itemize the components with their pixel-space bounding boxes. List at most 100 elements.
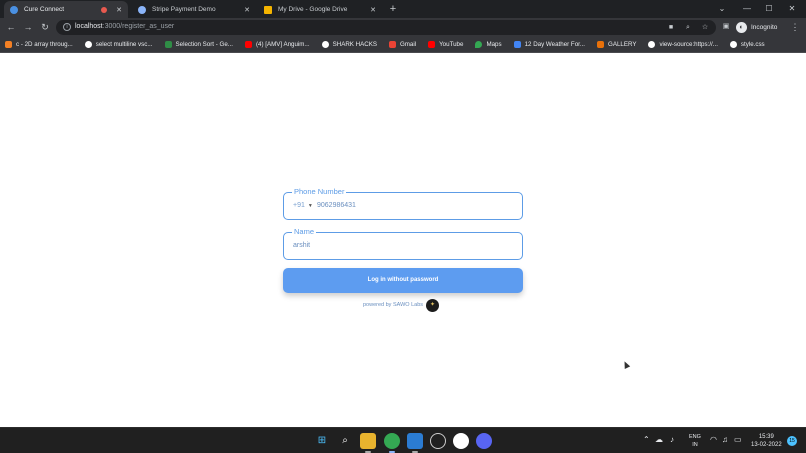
file-explorer-icon[interactable] — [360, 433, 376, 449]
profile-label: Incognito — [751, 23, 778, 31]
windows-taskbar: ⊞ ⌕ ⌃ ☁ ♪ ENG IN ◠ ♫ ▭ 15:39 13-02-2022 … — [0, 427, 806, 453]
close-window-icon[interactable]: ✕ — [785, 2, 799, 16]
phone-number-label: Phone Number — [292, 187, 347, 196]
language-code: ENG — [689, 434, 701, 440]
tab-title: Cure Connect — [24, 6, 65, 13]
forward-arrow-icon[interactable]: → — [21, 20, 35, 34]
system-clock[interactable]: 15:39 13-02-2022 — [751, 433, 782, 449]
settings-gear-icon[interactable] — [430, 433, 446, 449]
bookmark-item[interactable]: 12 Day Weather For... — [513, 41, 586, 48]
chevron-down-icon: ▼ — [307, 202, 313, 209]
tab-cure-connect[interactable]: Cure Connect ✕ — [4, 1, 128, 18]
tab-search-chevron-icon[interactable]: ⌄ — [715, 2, 729, 16]
powered-by-text: powered by SAWO Labs — [363, 302, 424, 308]
bookmark-item[interactable]: Maps — [475, 41, 502, 48]
windows-start-icon[interactable]: ⊞ — [314, 433, 330, 449]
login-without-password-button[interactable]: Log in without password — [283, 268, 523, 293]
close-tab-icon[interactable]: ✕ — [244, 6, 250, 14]
microphone-icon[interactable]: ♪ — [670, 435, 674, 444]
mouse-cursor-icon — [621, 360, 631, 369]
country-code-value: +91 — [293, 202, 305, 209]
zoom-search-icon[interactable]: ⌕ — [683, 23, 693, 33]
close-tab-icon[interactable]: ✕ — [370, 6, 376, 14]
google-drive-favicon-icon — [264, 5, 272, 14]
volume-icon[interactable]: ♫ — [722, 435, 728, 444]
browser-tab-strip: Cure Connect ✕ Stripe Payment Demo ✕ My … — [0, 0, 806, 18]
back-arrow-icon[interactable]: ← — [4, 20, 18, 34]
weather-icon — [513, 41, 521, 48]
url-text: localhost:3000/register_as_user — [75, 23, 174, 30]
reload-icon[interactable]: ↻ — [38, 20, 52, 34]
notification-badge[interactable]: 15 — [787, 436, 797, 446]
bookmark-label: select multiline vsc... — [95, 41, 153, 48]
incognito-profile[interactable]: ◐ Incognito — [736, 20, 777, 34]
phone-number-field[interactable]: Phone Number +91 ▼ 9062986431 — [283, 187, 523, 220]
clock-date: 13-02-2022 — [751, 442, 782, 448]
discord-icon[interactable] — [476, 433, 492, 449]
vscode-icon[interactable] — [407, 433, 423, 449]
page-content: Phone Number +91 ▼ 9062986431 Name arshit… — [0, 53, 806, 427]
bookmark-item[interactable]: GALLERY — [597, 41, 636, 48]
tab-title: Stripe Payment Demo — [152, 6, 216, 13]
region-code: IN — [692, 442, 698, 448]
bookmark-label: Selection Sort - Ge... — [175, 41, 233, 48]
bookmark-item[interactable]: c - 2D array throug... — [5, 41, 73, 48]
stackoverflow-icon — [5, 41, 12, 48]
bookmark-label: c - 2D array throug... — [16, 41, 73, 48]
battery-icon[interactable]: ▭ — [734, 435, 742, 444]
search-icon[interactable]: ⌕ — [337, 433, 353, 449]
bookmark-label: Gmail — [399, 41, 417, 48]
site-info-icon[interactable]: i — [63, 23, 71, 31]
name-input[interactable]: arshit — [293, 242, 310, 249]
bookmark-item[interactable]: Gmail — [388, 41, 417, 48]
close-tab-icon[interactable]: ✕ — [116, 6, 122, 14]
country-code-select[interactable]: +91 ▼ — [293, 202, 313, 209]
sawo-logo-icon: ✦ — [426, 298, 440, 312]
bookmark-label: view-source:https://... — [659, 41, 718, 48]
name-field[interactable]: Name arshit — [283, 227, 523, 260]
powered-by-sawo[interactable]: powered by SAWO Labs ✦ — [363, 298, 440, 312]
globe-favicon-icon — [138, 5, 146, 14]
bookmark-star-icon[interactable]: ☆ — [700, 23, 710, 33]
browser-toolbar: ← → ↻ i localhost:3000/register_as_user … — [0, 18, 806, 37]
side-panel-icon[interactable]: ▣ — [721, 22, 731, 32]
wifi-icon[interactable]: ◠ — [710, 435, 717, 444]
bookmark-item[interactable]: view-source:https://... — [648, 41, 718, 48]
bookmark-item[interactable]: YouTube — [428, 41, 463, 48]
language-indicator[interactable]: ENG IN — [689, 433, 701, 449]
bookmark-item[interactable]: select multiline vsc... — [84, 41, 153, 48]
bookmark-item[interactable]: (4) [AMV] Anguim... — [244, 41, 310, 48]
bookmark-label: (4) [AMV] Anguim... — [255, 41, 310, 48]
recording-indicator-icon — [101, 6, 108, 13]
app-icon[interactable] — [453, 433, 469, 449]
gmail-icon — [388, 41, 396, 48]
globe-icon — [729, 41, 737, 48]
show-hidden-icons-chevron-icon[interactable]: ⌃ — [643, 435, 650, 444]
incognito-icon: ◐ — [736, 21, 747, 33]
bookmark-item[interactable]: Selection Sort - Ge... — [164, 41, 233, 48]
address-bar[interactable]: i localhost:3000/register_as_user ■ ⌕ ☆ — [56, 20, 716, 35]
bookmarks-bar: c - 2D array throug... select multiline … — [0, 37, 806, 53]
more-menu-icon[interactable]: ⋮ — [790, 20, 800, 34]
youtube-icon — [428, 41, 436, 48]
geeksforgeeks-icon — [164, 41, 172, 48]
new-tab-button[interactable]: + — [386, 2, 400, 16]
bookmark-label: YouTube — [439, 41, 464, 48]
maximize-icon[interactable]: ☐ — [762, 2, 776, 16]
tab-stripe-payment-demo[interactable]: Stripe Payment Demo ✕ — [132, 1, 256, 18]
tab-google-drive[interactable]: My Drive - Google Drive ✕ — [258, 1, 382, 18]
onedrive-icon[interactable]: ☁ — [655, 435, 663, 444]
bookmark-item[interactable]: SHARK HACKS — [321, 41, 377, 48]
camera-icon[interactable]: ■ — [666, 23, 676, 33]
url-path: :3000/register_as_user — [102, 23, 175, 30]
chrome-icon[interactable] — [384, 433, 400, 449]
youtube-icon — [244, 41, 252, 48]
bookmark-label: 12 Day Weather For... — [524, 41, 586, 48]
phone-number-input[interactable]: 9062986431 — [317, 202, 356, 209]
bookmark-label: style.css — [740, 41, 765, 48]
minimize-icon[interactable]: — — [740, 2, 754, 16]
url-host: localhost — [75, 23, 103, 30]
name-label: Name — [292, 227, 317, 236]
bookmark-item[interactable]: style.css — [729, 41, 765, 48]
maps-pin-icon — [475, 41, 483, 48]
